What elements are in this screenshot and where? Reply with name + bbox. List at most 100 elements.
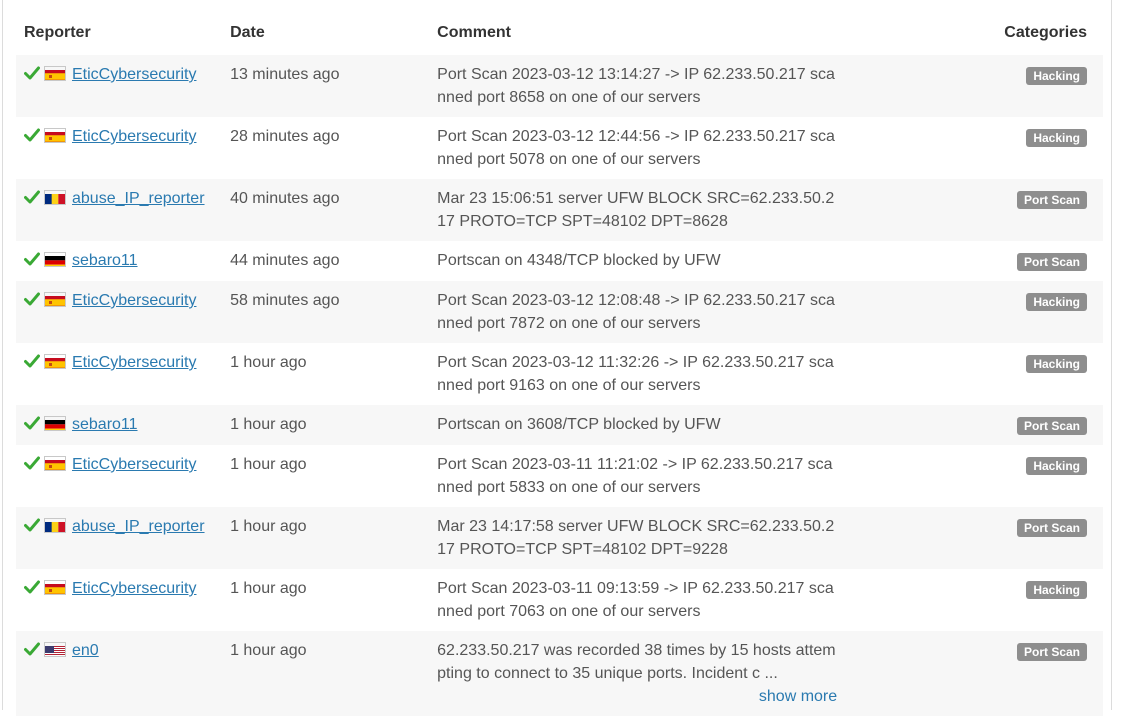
comment-cell: Port Scan 2023-03-12 13:14:27 -> IP 62.2…: [429, 55, 870, 117]
comment-text: Port Scan 2023-03-11 11:21:02 -> IP 62.2…: [437, 456, 833, 496]
reporter-link[interactable]: abuse_IP_reporter: [72, 518, 205, 535]
comment-text: Port Scan 2023-03-12 11:32:26 -> IP 62.2…: [437, 354, 834, 394]
flag-es-icon: [44, 66, 66, 81]
category-cell: Port Scan: [869, 179, 1103, 241]
comment-text: Portscan on 4348/TCP blocked by UFW: [437, 252, 721, 269]
flag-es-icon: [44, 128, 66, 143]
comment-cell: Port Scan 2023-03-11 11:21:02 -> IP 62.2…: [429, 445, 870, 507]
date-cell: 58 minutes ago: [222, 281, 430, 343]
category-badge[interactable]: Port Scan: [1016, 191, 1087, 209]
report-date: 1 hour ago: [230, 580, 307, 597]
check-icon: [24, 579, 40, 595]
report-date: 44 minutes ago: [230, 252, 340, 269]
category-cell: Port Scan: [869, 507, 1103, 569]
date-cell: 1 hour ago: [222, 343, 430, 405]
reporter-link[interactable]: abuse_IP_reporter: [72, 190, 205, 207]
table-row: EticCybersecurity 1 hour ago Port Scan 202…: [16, 569, 1103, 631]
date-cell: 40 minutes ago: [222, 179, 430, 241]
reporter-cell: EticCybersecurity: [16, 281, 223, 343]
reporter-link[interactable]: EticCybersecurity: [72, 354, 196, 371]
reporter-link[interactable]: EticCybersecurity: [72, 456, 196, 473]
header-reporter: Reporter: [24, 24, 91, 41]
table-row: EticCybersecurity 1 hour ago Port Scan 202…: [16, 445, 1103, 507]
date-cell: 1 hour ago: [222, 405, 430, 445]
comment-cell: Port Scan 2023-03-12 11:32:26 -> IP 62.2…: [429, 343, 870, 405]
category-cell: Hacking: [869, 55, 1103, 117]
category-badge[interactable]: Hacking: [1026, 457, 1087, 475]
category-cell: Port Scan: [869, 405, 1103, 445]
category-cell: Hacking: [869, 445, 1103, 507]
check-icon: [24, 65, 40, 81]
table-header-row: Reporter Date Comment Categories: [16, 12, 1103, 55]
flag-es-icon: [44, 456, 66, 471]
report-date: 13 minutes ago: [230, 66, 340, 83]
reporter-link[interactable]: sebaro11: [72, 252, 138, 269]
comment-text: Mar 23 15:06:51 server UFW BLOCK SRC=62.…: [437, 190, 835, 230]
comment-cell: Portscan on 4348/TCP blocked by UFW: [429, 241, 870, 281]
reporter-link[interactable]: EticCybersecurity: [72, 580, 196, 597]
check-icon: [24, 455, 40, 471]
reporter-link[interactable]: EticCybersecurity: [72, 66, 196, 83]
reporter-cell: sebaro11: [16, 405, 223, 445]
flag-es-icon: [44, 580, 66, 595]
date-cell: 28 minutes ago: [222, 117, 430, 179]
check-icon: [24, 353, 40, 369]
category-cell: Port Scan: [869, 241, 1103, 281]
category-badge[interactable]: Hacking: [1026, 129, 1087, 147]
flag-us-icon: [44, 642, 66, 657]
reporter-cell: sebaro11: [16, 241, 223, 281]
comment-text: Port Scan 2023-03-12 13:14:27 -> IP 62.2…: [437, 66, 835, 106]
reporter-cell: abuse_IP_reporter: [16, 179, 223, 241]
category-badge[interactable]: Hacking: [1026, 67, 1087, 85]
report-date: 1 hour ago: [230, 416, 307, 433]
check-icon: [24, 189, 40, 205]
comment-cell: 62.233.50.217 was recorded 38 times by 1…: [429, 631, 870, 716]
table-row: sebaro11 44 minutes ago Portscan on 4348/T…: [16, 241, 1103, 281]
reporter-cell: en0: [16, 631, 223, 716]
report-date: 1 hour ago: [230, 518, 307, 535]
flag-es-icon: [44, 292, 66, 307]
category-badge[interactable]: Port Scan: [1016, 417, 1087, 435]
flag-ro-icon: [44, 190, 66, 205]
flag-de-icon: [44, 252, 66, 267]
comment-cell: Port Scan 2023-03-12 12:08:48 -> IP 62.2…: [429, 281, 870, 343]
table-row: en0 1 hour ago 62.233.50.217 was recorded …: [16, 631, 1103, 716]
comment-cell: Port Scan 2023-03-12 12:44:56 -> IP 62.2…: [429, 117, 870, 179]
flag-es-icon: [44, 354, 66, 369]
reports-table: Reporter Date Comment Categories EticCyb…: [16, 12, 1103, 716]
show-more-link[interactable]: show more: [437, 685, 837, 708]
reporter-link[interactable]: en0: [72, 642, 99, 659]
reporter-cell: abuse_IP_reporter: [16, 507, 223, 569]
reporter-link[interactable]: EticCybersecurity: [72, 128, 196, 145]
comment-text: Port Scan 2023-03-12 12:44:56 -> IP 62.2…: [437, 128, 835, 168]
reporter-cell: EticCybersecurity: [16, 445, 223, 507]
category-badge[interactable]: Port Scan: [1016, 643, 1087, 661]
reporter-cell: EticCybersecurity: [16, 117, 223, 179]
check-icon: [24, 517, 40, 533]
date-cell: 44 minutes ago: [222, 241, 430, 281]
category-badge[interactable]: Hacking: [1026, 355, 1087, 373]
check-icon: [24, 127, 40, 143]
category-cell: Hacking: [869, 281, 1103, 343]
reporter-cell: EticCybersecurity: [16, 343, 223, 405]
comment-text: Port Scan 2023-03-11 09:13:59 -> IP 62.2…: [437, 580, 834, 620]
date-cell: 1 hour ago: [222, 445, 430, 507]
report-date: 1 hour ago: [230, 642, 307, 659]
reporter-link[interactable]: EticCybersecurity: [72, 292, 196, 309]
report-date: 1 hour ago: [230, 456, 307, 473]
reporter-link[interactable]: sebaro11: [72, 416, 138, 433]
comment-cell: Mar 23 15:06:51 server UFW BLOCK SRC=62.…: [429, 179, 870, 241]
date-cell: 1 hour ago: [222, 569, 430, 631]
category-badge[interactable]: Port Scan: [1016, 253, 1087, 271]
header-categories: Categories: [1004, 24, 1087, 41]
category-cell: Hacking: [869, 343, 1103, 405]
category-badge[interactable]: Port Scan: [1016, 519, 1087, 537]
table-row: abuse_IP_reporter 40 minutes ago Mar 23 15…: [16, 179, 1103, 241]
date-cell: 1 hour ago: [222, 507, 430, 569]
table-row: EticCybersecurity 28 minutes ago Port Scan…: [16, 117, 1103, 179]
category-badge[interactable]: Hacking: [1026, 581, 1087, 599]
comment-cell: Mar 23 14:17:58 server UFW BLOCK SRC=62.…: [429, 507, 870, 569]
category-badge[interactable]: Hacking: [1026, 293, 1087, 311]
flag-ro-icon: [44, 518, 66, 533]
category-cell: Port Scan: [869, 631, 1103, 716]
